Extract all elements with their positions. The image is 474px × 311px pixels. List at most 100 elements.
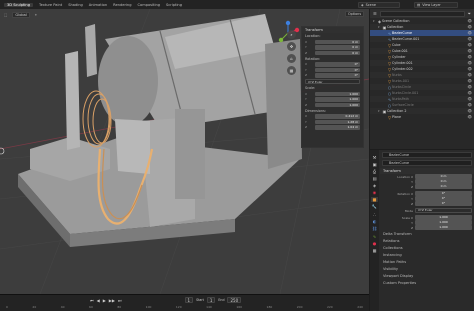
location-z-field[interactable]: 0 m — [315, 50, 360, 55]
rotation-mode-select[interactable]: XYZ Euler — [415, 208, 472, 213]
collapsed-section[interactable]: Relations — [380, 238, 474, 244]
texture-tab-icon[interactable]: ▦ — [371, 248, 378, 253]
play-icon[interactable]: ▶ — [103, 298, 106, 303]
world-tab-icon[interactable]: ◉ — [371, 190, 378, 195]
modifier-tab-icon[interactable]: 🔧 — [371, 204, 378, 210]
pan-icon[interactable]: ✥ — [287, 42, 296, 51]
tool-tab-icon[interactable]: ⚒ — [371, 155, 378, 160]
transform-orientation[interactable]: Global — [12, 11, 30, 18]
visibility-eye-icon[interactable]: 👁 — [467, 103, 472, 107]
scale-z-field[interactable]: 1.000 — [315, 102, 360, 107]
dimensions-x-field[interactable]: 0.412 m — [315, 114, 360, 119]
collapsed-section[interactable]: Custom Properties — [380, 280, 474, 286]
playback-controls: ⏮ ◀ ▶ ▶▶ ⏭ 1 Start 1 End 250 — [90, 297, 242, 303]
object-name-field[interactable]: BezierCurve — [382, 152, 472, 158]
workspace-tab[interactable]: Shading — [68, 3, 83, 7]
render-tab-icon[interactable]: ▣ — [371, 162, 378, 167]
outliner-icon[interactable]: ☰ — [373, 11, 377, 16]
workspace-tab[interactable]: Compositing — [137, 3, 160, 7]
next-keyframe-icon[interactable]: ▶▶ — [109, 298, 115, 303]
workspace-tab[interactable]: Texture Paint — [39, 3, 62, 7]
outliner-row-label: NurbsPath — [392, 97, 409, 101]
rotation-x-field[interactable]: 0° — [315, 62, 360, 67]
rotation-mode-select[interactable]: XYZ Euler — [305, 79, 360, 84]
workspace-tab[interactable]: Animation — [89, 3, 107, 7]
zoom-icon[interactable]: ⌕ — [287, 30, 296, 39]
workspace-tab[interactable]: 3D Sculpting — [4, 2, 33, 7]
visibility-eye-icon[interactable]: 👁 — [467, 109, 472, 113]
outliner-header: ☰ ⏷ — [370, 9, 474, 18]
frame-tick-label: 180 — [266, 305, 273, 309]
visibility-eye-icon[interactable]: 👁 — [467, 19, 472, 23]
constraints-tab-icon[interactable]: ⛓ — [371, 226, 378, 232]
location-y-field[interactable]: 0 m — [315, 45, 360, 50]
visibility-eye-icon[interactable]: 👁 — [467, 79, 472, 83]
visibility-eye-icon[interactable]: 👁 — [467, 73, 472, 77]
outliner-row[interactable]: ▽ Plane 👁 — [370, 114, 474, 120]
visibility-eye-icon[interactable]: 👁 — [467, 85, 472, 89]
scene-tab-icon[interactable]: ◈ — [371, 183, 378, 188]
rotation-z-field[interactable]: 0° — [415, 201, 472, 206]
collapsed-section[interactable]: Delta Transform — [380, 231, 474, 237]
location-x-field[interactable]: 0 m — [315, 39, 360, 44]
particles-tab-icon[interactable]: ∴ — [371, 212, 378, 217]
snap-icon[interactable]: ⌖ — [35, 13, 37, 17]
rotation-y-field[interactable]: 0° — [415, 196, 472, 201]
visibility-eye-icon[interactable]: 👁 — [467, 37, 472, 41]
frame-end-field[interactable]: 250 — [227, 297, 242, 303]
frame-start-field[interactable]: 1 — [206, 297, 216, 303]
rotation-y-field[interactable]: 0° — [315, 67, 360, 72]
outliner-search-input[interactable] — [379, 10, 465, 17]
jump-start-icon[interactable]: ⏮ — [90, 298, 94, 303]
current-frame-field[interactable]: 1 — [184, 297, 194, 303]
visibility-eye-icon[interactable]: 👁 — [467, 43, 472, 47]
visibility-eye-icon[interactable]: 👁 — [467, 115, 472, 119]
scene-selector[interactable]: ◈ Scene — [358, 1, 400, 8]
physics-tab-icon[interactable]: ◐ — [371, 219, 378, 224]
visibility-eye-icon[interactable]: 👁 — [467, 97, 472, 101]
location-x-field[interactable]: 0 m — [415, 174, 472, 179]
data-tab-icon[interactable]: ∿ — [371, 234, 378, 239]
visibility-eye-icon[interactable]: 👁 — [467, 25, 472, 29]
visibility-eye-icon[interactable]: 👁 — [467, 91, 472, 95]
object-tab-icon[interactable]: ■ — [371, 197, 378, 202]
perspective-icon[interactable]: ▦ — [287, 66, 296, 75]
scale-y-field[interactable]: 1.000 — [315, 97, 360, 102]
dimensions-y-field[interactable]: 1.28 m — [315, 119, 360, 124]
jump-end-icon[interactable]: ⏭ — [118, 298, 122, 303]
view-layer-tab-icon[interactable]: ▤ — [371, 176, 378, 181]
location-z-field[interactable]: 0 m — [415, 184, 472, 189]
material-tab-icon[interactable]: ● — [371, 241, 378, 246]
scale-x-field[interactable]: 1.000 — [315, 91, 360, 96]
object-datablock-field[interactable]: BezierCurve — [382, 160, 472, 166]
rotation-x-field[interactable]: 0° — [415, 191, 472, 196]
output-tab-icon[interactable]: ⎙ — [371, 169, 378, 174]
sidebar-transform-panel: Transform Location: X0 m Y0 m Z0 m Rotat… — [301, 26, 364, 148]
workspace-tab[interactable]: Scripting — [166, 3, 182, 7]
location-y-field[interactable]: 0 m — [415, 179, 472, 184]
scale-x-field[interactable]: 1.000 — [415, 215, 472, 220]
visibility-eye-icon[interactable]: 👁 — [467, 31, 472, 35]
view-layer-selector[interactable]: ▤ View Layer — [414, 1, 458, 8]
collapsed-section[interactable]: Motion Paths — [380, 259, 474, 265]
scale-z-field[interactable]: 1.000 — [415, 225, 472, 230]
visibility-eye-icon[interactable]: 👁 — [467, 55, 472, 59]
collapsed-section[interactable]: Collections — [380, 245, 474, 251]
outliner-row-label: Nurbs — [392, 73, 402, 77]
visibility-eye-icon[interactable]: 👁 — [467, 67, 472, 71]
workspace-tab[interactable]: Rendering — [113, 3, 131, 7]
rotation-z-field[interactable]: 0° — [315, 73, 360, 78]
collapsed-section[interactable]: Visibility — [380, 266, 474, 272]
filter-icon[interactable]: ⏷ — [468, 11, 471, 16]
dimensions-z-field[interactable]: 1.04 m — [315, 125, 360, 130]
timeline-ruler[interactable]: 0 20 40 60 80 100 120 140 160 180 200 220 240 — [0, 305, 369, 311]
collapsed-section[interactable]: Instancing — [380, 252, 474, 258]
options-button[interactable]: Options — [345, 11, 365, 17]
prev-keyframe-icon[interactable]: ◀ — [97, 298, 100, 303]
scale-y-field[interactable]: 1.000 — [415, 220, 472, 225]
visibility-eye-icon[interactable]: 👁 — [467, 49, 472, 53]
editor-type-icon[interactable]: ⬚ — [4, 13, 7, 17]
camera-icon[interactable]: ⌂ — [287, 54, 296, 63]
collapsed-section[interactable]: Viewport Display — [380, 273, 474, 279]
visibility-eye-icon[interactable]: 👁 — [467, 61, 472, 65]
